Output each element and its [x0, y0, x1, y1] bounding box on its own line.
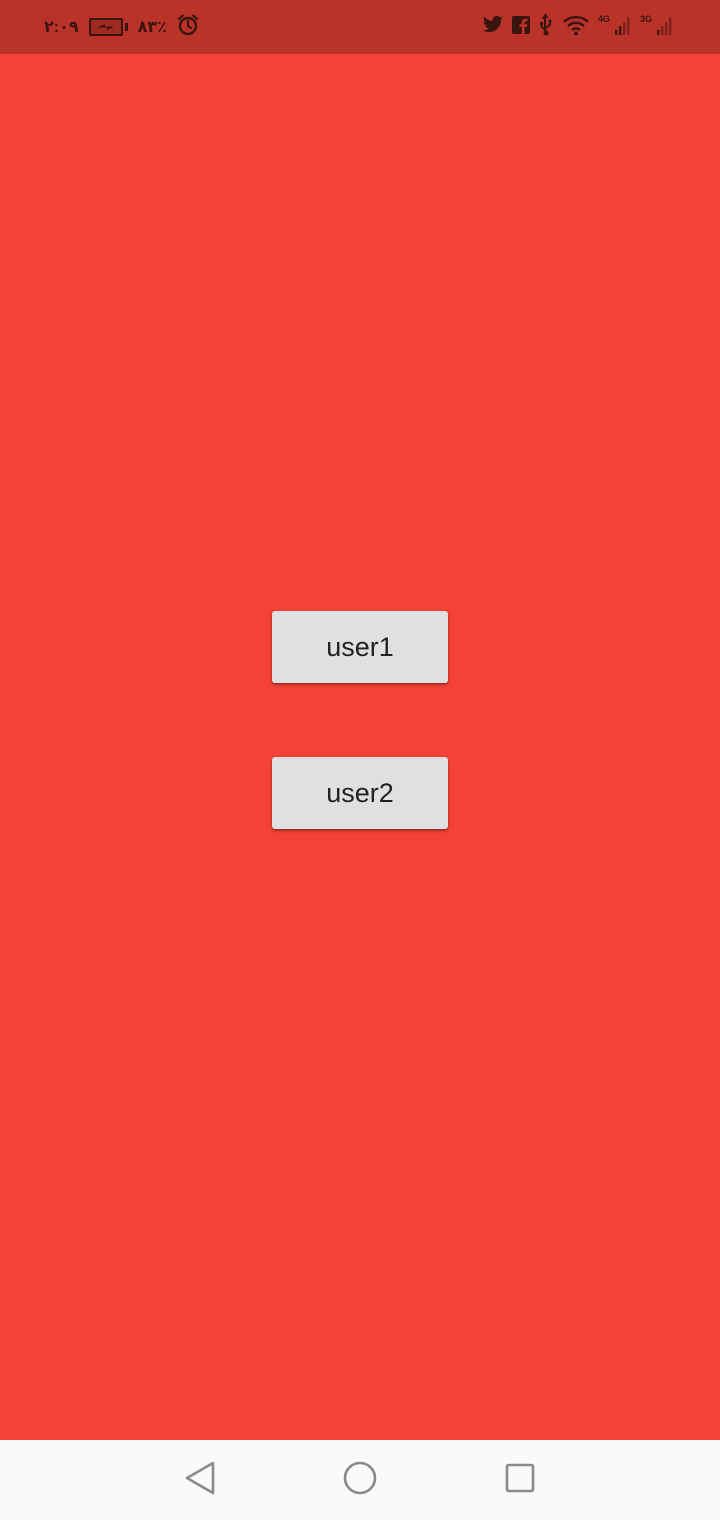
back-icon — [183, 1460, 217, 1501]
signal-icon — [656, 14, 674, 41]
status-right: 4G 3G — [482, 12, 674, 42]
home-icon — [342, 1460, 378, 1501]
recents-button[interactable] — [500, 1460, 540, 1500]
status-left: ٢:٠٩ ٪٨٣ — [44, 12, 199, 42]
home-button[interactable] — [340, 1460, 380, 1500]
navigation-bar — [0, 1440, 720, 1520]
app-screen: ٢:٠٩ ٪٨٣ 4G 3G user1 user2 — [0, 0, 720, 1520]
twitter-icon — [482, 15, 504, 40]
battery-charging-icon — [88, 18, 128, 36]
recents-icon — [504, 1462, 536, 1499]
main-content: user1 user2 — [0, 54, 720, 1440]
user1-button[interactable]: user1 — [272, 611, 448, 683]
back-button[interactable] — [180, 1460, 220, 1500]
usb-icon — [538, 12, 554, 42]
status-time: ٢:٠٩ — [44, 19, 79, 36]
facebook-icon — [511, 15, 530, 39]
network-type-2: 3G — [639, 14, 652, 24]
signal-icon — [614, 14, 632, 41]
network-type-1: 4G — [597, 14, 610, 24]
user2-button[interactable]: user2 — [272, 757, 448, 829]
battery-percent: ٪٨٣ — [137, 19, 167, 36]
alarm-icon — [177, 13, 199, 41]
wifi-icon — [562, 14, 590, 41]
status-bar: ٢:٠٩ ٪٨٣ 4G 3G — [0, 0, 720, 54]
